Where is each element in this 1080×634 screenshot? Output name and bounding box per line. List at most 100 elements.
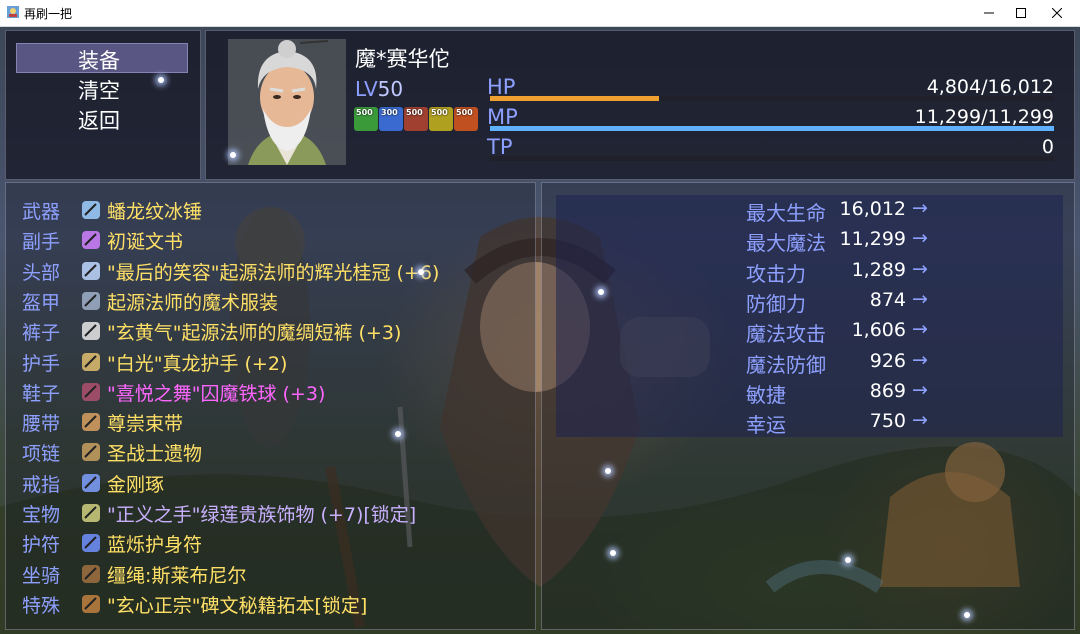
equip-slot-label: 裤子 — [22, 322, 61, 345]
mp-value: 11,299/11,299 — [914, 106, 1054, 128]
pants-icon — [80, 320, 102, 342]
sparkle — [845, 557, 851, 563]
reins-icon — [80, 563, 102, 585]
equip-item-name[interactable]: 金刚琢 — [107, 470, 164, 497]
param-name: 敏捷 — [746, 382, 786, 407]
equip-slot-label: 护符 — [22, 534, 61, 557]
param-name: 攻击力 — [746, 261, 806, 286]
level-label: LV — [355, 77, 378, 101]
close-button[interactable] — [1034, 0, 1080, 26]
equip-slot-label: 武器 — [22, 201, 61, 223]
equip-item-name[interactable]: 圣战士遗物 — [107, 439, 202, 466]
equip-slot-label: 宝物 — [22, 504, 61, 526]
param-name: 防御力 — [746, 291, 806, 316]
equip-item-name[interactable]: 尊崇束带 — [107, 409, 183, 436]
app-icon — [7, 6, 19, 18]
sparkle — [610, 550, 616, 556]
equip-item-name[interactable]: 缰绳:斯莱布尼尔 — [107, 561, 246, 588]
param-value: 16,012 — [839, 198, 906, 220]
param-value: 869 — [869, 379, 906, 402]
equip-slot-label: 头部 — [22, 261, 61, 284]
equip-slot-label: 盔甲 — [22, 291, 61, 314]
param-arrow-icon: → — [912, 348, 928, 371]
tp-gauge — [490, 156, 1054, 161]
level-value: 50 — [377, 77, 404, 101]
param-name: 幸运 — [746, 413, 786, 438]
hat-icon — [80, 260, 102, 282]
param-value: 926 — [869, 349, 906, 372]
equip-command[interactable]: 装备 — [78, 45, 120, 75]
treasure-icon — [80, 502, 102, 524]
param-arrow-icon: → — [912, 318, 928, 341]
necklace-icon — [80, 441, 102, 463]
minimize-icon — [984, 12, 994, 14]
buff-icon-5: 500 — [454, 107, 478, 131]
param-name: 最大魔法 — [746, 231, 826, 256]
param-arrow-icon: → — [912, 378, 928, 401]
equip-slot-label: 副手 — [22, 231, 61, 254]
equip-item-name[interactable]: "白光"真龙护手 (+2) — [107, 349, 287, 376]
param-value: 11,299 — [839, 228, 906, 251]
equip-slot-label: 鞋子 — [22, 382, 61, 405]
state-icons: 500 300 500 500 500 — [354, 107, 478, 131]
actor-name: 魔*赛华佗 — [355, 47, 450, 71]
param-value: 1,606 — [851, 319, 906, 342]
buff-icon-4: 500 — [429, 107, 453, 131]
maximize-icon — [1016, 8, 1026, 18]
equip-slot-label: 腰带 — [22, 413, 61, 436]
param-value: 750 — [869, 410, 906, 433]
equip-slot-label: 项链 — [22, 443, 61, 466]
hp-value: 4,804/16,012 — [926, 76, 1054, 98]
equip-item-name[interactable]: "喜悦之舞"囚魔铁球 (+3) — [107, 379, 325, 406]
sparkle — [158, 77, 164, 83]
equip-slot-label: 戒指 — [22, 473, 61, 496]
equip-item-name[interactable]: 蟠龙纹冰锤 — [107, 197, 202, 224]
param-arrow-icon: → — [912, 257, 928, 280]
book-icon — [80, 229, 102, 251]
return-command[interactable]: 返回 — [78, 105, 120, 135]
param-value: 1,289 — [851, 258, 906, 281]
buff-icon-3: 500 — [404, 107, 428, 131]
scroll-icon — [80, 593, 102, 615]
sparkle — [418, 269, 424, 275]
window-titlebar: 再刷一把 — [0, 0, 1080, 27]
ball-chain-icon — [80, 381, 102, 403]
mp-gauge — [490, 126, 1054, 131]
equip-item-name[interactable]: 起源法师的魔术服装 — [107, 288, 278, 315]
sparkle — [605, 468, 611, 474]
gauge-fill — [490, 96, 660, 101]
belt-icon — [80, 411, 102, 433]
equip-slot-label: 护手 — [22, 352, 61, 375]
equip-item-name[interactable]: "正义之手"绿莲贵族饰物 (+7)[锁定] — [107, 500, 416, 527]
param-arrow-icon: → — [912, 227, 928, 250]
gauge-fill — [490, 126, 1054, 131]
equip-item-name[interactable]: "玄心正宗"碑文秘籍拓本[锁定] — [107, 591, 367, 618]
window-title: 再刷一把 — [24, 7, 73, 21]
sparkle — [230, 152, 236, 158]
hammer-icon — [80, 199, 102, 221]
clear-command[interactable]: 清空 — [78, 75, 120, 105]
close-icon — [1052, 8, 1062, 18]
tp-value: 0 — [1041, 136, 1054, 158]
equip-slot-label: 特殊 — [22, 594, 61, 617]
equip-item-name[interactable]: 初诞文书 — [107, 227, 183, 254]
param-value: 874 — [869, 288, 906, 311]
robe-icon — [80, 290, 102, 312]
equip-item-name[interactable]: 蓝烁护身符 — [107, 530, 202, 557]
equip-slot-label: 坐骑 — [22, 564, 61, 587]
game-screen: 装备 清空 返回 魔*赛华佗 LV50 500 300 500 500 500 … — [0, 27, 1080, 634]
gauntlet-icon — [80, 351, 102, 373]
sparkle — [598, 289, 604, 295]
equip-item-name[interactable]: "最后的笑容"起源法师的辉光桂冠 (+6) — [107, 258, 439, 285]
sparkle — [395, 431, 401, 437]
param-arrow-icon: → — [912, 197, 928, 219]
buff-icon-2: 300 — [379, 107, 403, 131]
param-name: 魔法攻击 — [746, 322, 826, 347]
actor-level: LV50 — [355, 77, 403, 101]
actor-portrait — [228, 39, 346, 165]
equip-item-name[interactable]: "玄黄气"起源法师的魔绸短裤 (+3) — [107, 318, 401, 345]
charm-icon — [80, 532, 102, 554]
buff-icon-1: 500 — [354, 107, 378, 131]
ring-icon — [80, 472, 102, 494]
sparkle — [964, 612, 970, 618]
